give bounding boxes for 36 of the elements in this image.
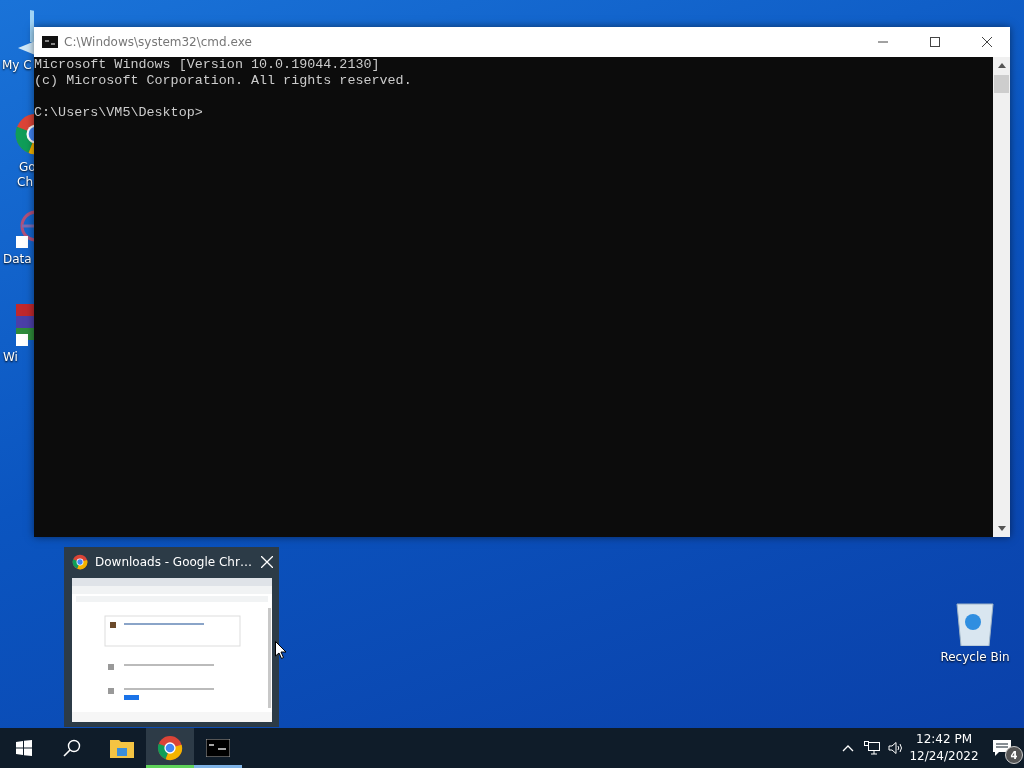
- console-line: Microsoft Windows [Version 10.0.19044.2130]: [34, 57, 380, 73]
- maximize-icon: [930, 37, 940, 47]
- clock-time: 12:42 PM: [916, 732, 972, 747]
- clock-date: 12/24/2022: [909, 749, 979, 764]
- folder-icon: [110, 738, 134, 758]
- window-title: C:\Windows\system32\cmd.exe: [64, 35, 253, 49]
- taskbar-preview[interactable]: Downloads - Google Chr…: [64, 547, 279, 727]
- terminal-icon: [206, 739, 230, 757]
- desktop-icon-label: Recycle Bin: [940, 650, 1010, 665]
- network-icon[interactable]: [864, 741, 880, 755]
- desktop-icon-label: Ch: [16, 175, 33, 190]
- scroll-thumb[interactable]: [994, 75, 1009, 93]
- cursor-icon: [275, 641, 287, 659]
- notification-count: 4: [1005, 746, 1023, 764]
- desktop-icon-label: Wi: [2, 350, 18, 365]
- chrome-icon: [157, 735, 183, 761]
- chrome-icon: [72, 554, 88, 570]
- notification-button[interactable]: 4: [980, 728, 1024, 768]
- speaker-icon[interactable]: [888, 741, 904, 755]
- caret-up-icon: [997, 63, 1006, 68]
- chevron-up-icon[interactable]: [842, 744, 854, 752]
- desktop-icon-label: Data: [2, 252, 32, 267]
- close-icon[interactable]: [261, 556, 273, 568]
- clock[interactable]: 12:42 PM 12/24/2022: [908, 728, 980, 768]
- terminal-icon: [42, 36, 58, 48]
- search-icon: [63, 739, 81, 757]
- recycle-bin-icon[interactable]: [955, 600, 995, 646]
- console-line: (c) Microsoft Corporation. All rights reserved.: [34, 73, 412, 89]
- caret-down-icon: [997, 526, 1006, 531]
- taskbar-app-button[interactable]: [146, 728, 194, 768]
- preview-title: Downloads - Google Chr…: [95, 555, 253, 569]
- scrollbar[interactable]: [993, 57, 1010, 537]
- windows-logo-icon: [16, 740, 32, 756]
- close-icon: [982, 37, 992, 47]
- console-line: C:\Users\VM5\Desktop>: [34, 105, 203, 121]
- desktop-icon-label: My C: [1, 58, 32, 73]
